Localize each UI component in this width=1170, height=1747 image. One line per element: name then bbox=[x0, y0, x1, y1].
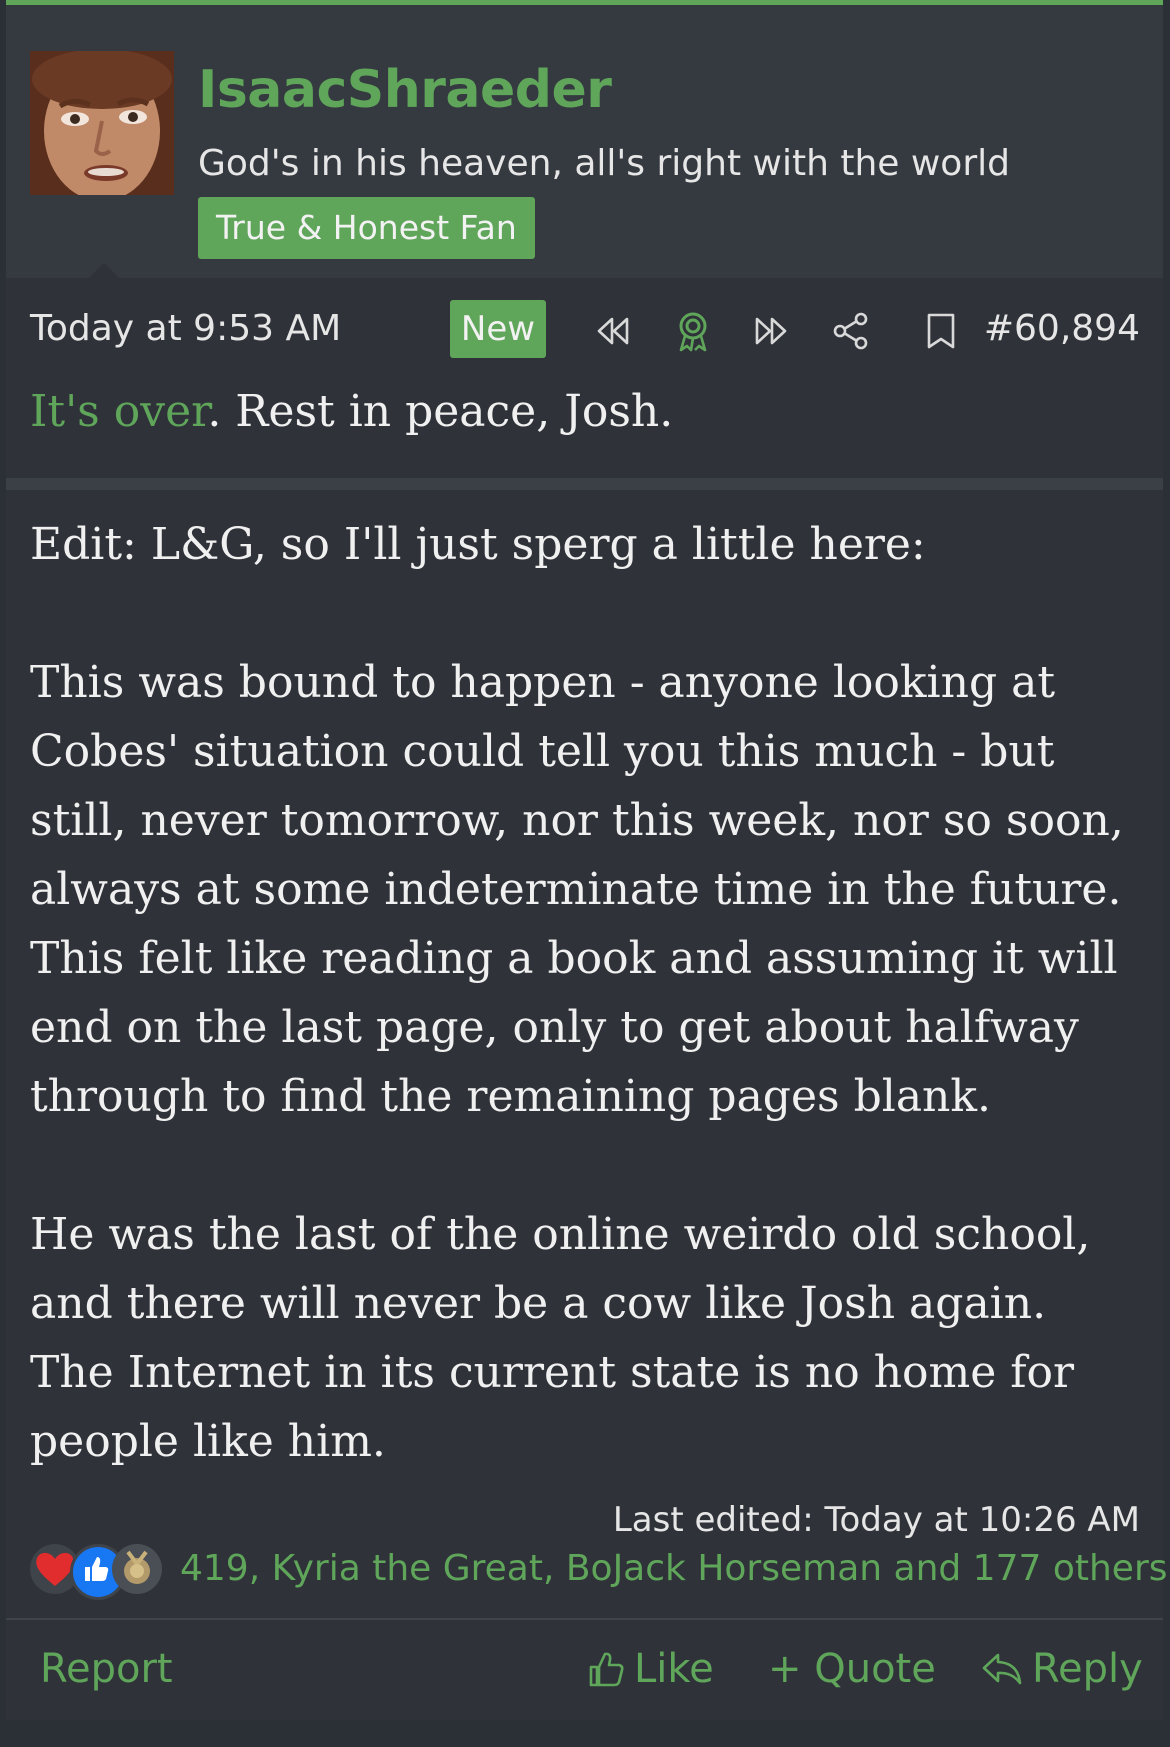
post-body: Edit: L&G, so I'll just sperg a little h… bbox=[30, 510, 1140, 1476]
reply-icon bbox=[982, 1653, 1022, 1685]
fast-forward-icon[interactable] bbox=[748, 308, 794, 354]
bookmark-icon[interactable] bbox=[918, 308, 964, 354]
like-label: Like bbox=[634, 1646, 714, 1692]
medal-icon bbox=[112, 1544, 162, 1594]
post-card: IsaacShraeder God's in his heaven, all's… bbox=[6, 0, 1168, 1725]
quote-button[interactable]: + Quote bbox=[768, 1646, 936, 1692]
avatar[interactable] bbox=[30, 51, 174, 195]
post-number-link[interactable]: #60,894 bbox=[984, 308, 1140, 349]
post-timestamp[interactable]: Today at 9:53 AM bbox=[30, 308, 341, 349]
paragraph: This was bound to happen - anyone lookin… bbox=[30, 657, 1124, 1122]
award-icon[interactable] bbox=[670, 308, 716, 354]
avatar-portrait bbox=[30, 51, 174, 195]
user-title: God's in his heaven, all's right with th… bbox=[198, 143, 1010, 184]
paragraph: He was the last of the online weirdo old… bbox=[30, 1209, 1091, 1467]
last-edited: Last edited: Today at 10:26 AM bbox=[612, 1500, 1140, 1540]
report-button[interactable]: Report bbox=[40, 1646, 173, 1692]
reaction-users-link[interactable]: 419, Kyria the Great, BoJack Horseman an… bbox=[180, 1548, 1168, 1589]
attribution-row: Today at 9:53 AM New #60,894 bbox=[30, 300, 1140, 360]
reply-button[interactable]: Reply bbox=[980, 1646, 1143, 1692]
quote-label: + Quote bbox=[768, 1646, 936, 1692]
lead-link[interactable]: It's over bbox=[30, 386, 207, 437]
page-bottom bbox=[0, 1720, 1170, 1747]
username-link[interactable]: IsaacShraeder bbox=[198, 60, 612, 120]
paragraph: Edit: L&G, so I'll just sperg a little h… bbox=[30, 519, 926, 570]
rewind-icon[interactable] bbox=[590, 308, 636, 354]
user-header: IsaacShraeder God's in his heaven, all's… bbox=[6, 5, 1163, 279]
post-actions: Report Like + Quote Reply bbox=[30, 1638, 1143, 1708]
post-lead: It's over. Rest in peace, Josh. bbox=[30, 386, 673, 437]
content-divider bbox=[6, 478, 1163, 490]
lead-text: . Rest in peace, Josh. bbox=[207, 386, 674, 437]
user-banner: True & Honest Fan bbox=[198, 197, 535, 259]
reactions-bar[interactable]: 419, Kyria the Great, BoJack Horseman an… bbox=[30, 1540, 1168, 1600]
reply-label: Reply bbox=[1032, 1646, 1143, 1692]
share-icon[interactable] bbox=[828, 308, 874, 354]
thumbs-up-icon bbox=[589, 1652, 624, 1687]
like-button[interactable]: Like bbox=[586, 1646, 714, 1692]
footer-divider bbox=[6, 1618, 1163, 1620]
arrow-pointer bbox=[88, 263, 120, 279]
new-badge: New bbox=[450, 300, 546, 358]
post-main: Today at 9:53 AM New #60,894 It's over. … bbox=[6, 278, 1168, 1725]
